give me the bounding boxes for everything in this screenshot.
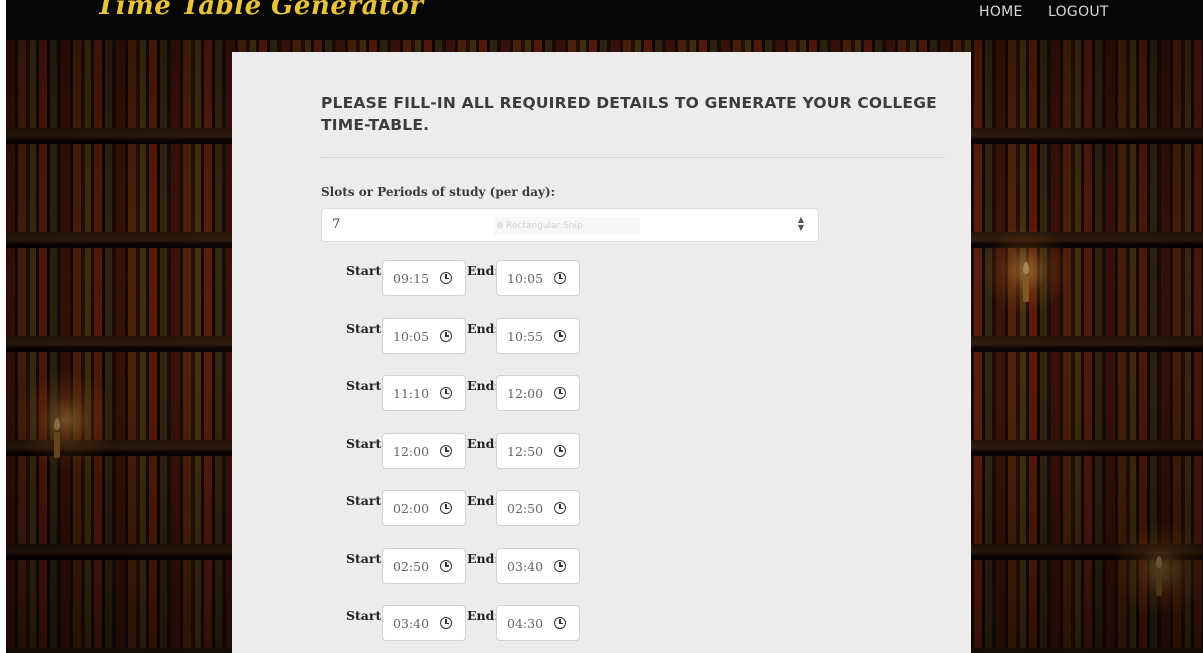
end-time-input[interactable]: 03:40	[496, 547, 580, 584]
form-panel: PLEASE FILL-IN ALL REQUIRED DETAILS TO G…	[232, 52, 971, 653]
slots-label: Slots or Periods of study (per day):	[321, 185, 556, 199]
nav-home-link[interactable]: HOME	[979, 4, 1023, 20]
start-time-value: 11:10	[393, 386, 430, 401]
end-label: End:	[467, 435, 499, 451]
end-time-input[interactable]: 12:00	[496, 375, 580, 411]
clock-icon[interactable]	[440, 329, 452, 342]
end-label: End:	[467, 263, 499, 278]
navbar: Time Table Generator HOME LOGOUT	[6, 0, 1203, 40]
start-time-value: 09:15	[393, 271, 430, 286]
clock-icon[interactable]	[554, 502, 566, 514]
form-title: PLEASE FILL-IN ALL REQUIRED DETAILS TO G…	[321, 94, 937, 134]
number-spinner-icon[interactable]: ▲ ▼	[796, 216, 806, 234]
end-time-input[interactable]: 10:05	[496, 260, 580, 296]
end-label: End:	[467, 550, 499, 566]
clock-icon[interactable]	[554, 559, 566, 572]
end-time-input[interactable]: 04:30	[496, 605, 580, 641]
start-time-input[interactable]: 12:00	[382, 432, 466, 469]
end-time-value: 10:05	[507, 271, 544, 286]
end-time-value: 12:50	[507, 443, 544, 459]
start-time-value: 02:00	[393, 501, 430, 516]
start-time-input[interactable]: 02:00	[382, 490, 466, 526]
end-time-input[interactable]: 12:50	[496, 432, 580, 469]
start-time-value: 02:50	[393, 558, 430, 574]
start-label: Start:	[346, 320, 386, 336]
end-time-input[interactable]: 10:55	[496, 317, 580, 354]
end-time-value: 04:30	[507, 616, 544, 631]
slots-value: 7	[332, 217, 341, 232]
start-label: Start:	[346, 263, 386, 278]
clock-icon[interactable]	[554, 329, 566, 342]
start-time-input[interactable]: 02:50	[382, 547, 466, 584]
window-left-edge	[0, 0, 6, 653]
slots-number-input[interactable]: 7 ⊕ Rectangular Snip ▲ ▼	[321, 208, 819, 242]
end-label: End:	[467, 320, 499, 336]
end-label: End:	[467, 608, 499, 623]
end-label: End:	[467, 378, 499, 393]
start-time-value: 03:40	[393, 616, 430, 631]
start-label: Start:	[346, 608, 386, 623]
start-time-input[interactable]: 10:05	[382, 317, 466, 354]
end-time-value: 12:00	[507, 386, 544, 401]
start-label: Start:	[346, 435, 386, 451]
clock-icon[interactable]	[440, 387, 452, 399]
clock-icon[interactable]	[440, 559, 452, 572]
start-label: Start:	[346, 493, 386, 508]
start-time-value: 10:05	[393, 328, 430, 344]
clock-icon[interactable]	[440, 502, 452, 514]
end-label: End:	[467, 493, 499, 508]
end-time-value: 03:40	[507, 558, 544, 574]
rectangular-snip-hint: ⊕ Rectangular Snip	[494, 217, 640, 235]
clock-icon[interactable]	[554, 444, 566, 457]
clock-icon[interactable]	[554, 272, 566, 284]
nav-logout-link[interactable]: LOGOUT	[1048, 4, 1109, 20]
clock-icon[interactable]	[440, 617, 452, 629]
end-time-value: 02:50	[507, 501, 544, 516]
end-time-input[interactable]: 02:50	[496, 490, 580, 526]
clock-icon[interactable]	[440, 272, 452, 284]
start-time-value: 12:00	[393, 443, 430, 459]
start-time-input[interactable]: 09:15	[382, 260, 466, 296]
clock-icon[interactable]	[554, 387, 566, 399]
snip-icon: ⊕	[496, 221, 504, 231]
title-divider	[321, 157, 945, 158]
start-time-input[interactable]: 03:40	[382, 605, 466, 641]
start-label: Start:	[346, 378, 386, 393]
end-time-value: 10:55	[507, 328, 544, 344]
start-time-input[interactable]: 11:10	[382, 375, 466, 411]
brand-logo[interactable]: Time Table Generator	[96, 0, 423, 21]
clock-icon[interactable]	[554, 617, 566, 629]
start-label: Start:	[346, 550, 386, 566]
clock-icon[interactable]	[440, 444, 452, 457]
